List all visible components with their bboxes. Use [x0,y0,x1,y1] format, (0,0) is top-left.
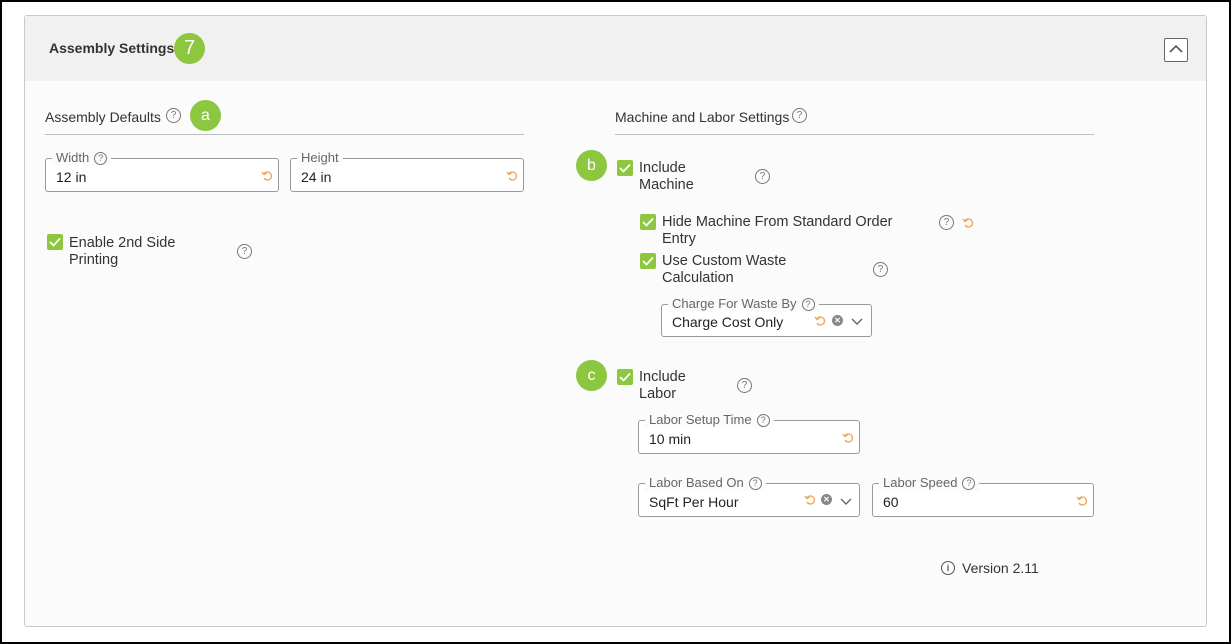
hide-machine-label: Hide Machine From Standard Order Entry [662,214,893,247]
help-icon[interactable]: ? [94,151,108,165]
divider [615,134,1094,135]
check-icon [619,163,631,173]
divider [45,134,524,135]
include-labor-label: Include Labor [639,369,686,402]
custom-waste-checkbox[interactable] [640,253,656,269]
info-icon: i [941,561,955,575]
width-label: Width [56,150,90,165]
help-icon[interactable]: ? [801,297,815,311]
hide-machine-checkbox[interactable] [640,214,656,230]
section-badge-b: b [576,150,607,181]
collapse-button[interactable] [1164,38,1188,62]
check-icon [619,372,631,382]
reset-icon[interactable] [1076,495,1088,507]
help-icon[interactable]: ? [873,262,888,277]
labor-speed-field[interactable]: Labor Speed ? 60 [872,475,1094,517]
labor-speed-label: Labor Speed [883,475,958,490]
version-info: i Version 2.11 [941,560,1039,576]
clear-icon[interactable]: ✕ [832,315,843,326]
check-icon [642,256,654,266]
reset-icon[interactable] [814,315,826,327]
height-value[interactable]: 24 in [301,169,331,185]
help-icon[interactable]: ? [962,476,976,490]
labor-setup-time-label: Labor Setup Time [649,412,752,427]
labor-based-on-label: Labor Based On [649,475,744,490]
height-label: Height [301,150,339,165]
include-machine-checkbox[interactable] [617,160,633,176]
chevron-down-icon[interactable] [851,318,863,326]
help-icon[interactable]: ? [755,169,770,184]
help-icon[interactable]: ? [237,244,252,259]
reset-icon[interactable] [842,432,854,444]
enable-2nd-side-label: Enable 2nd Side Printing [69,235,176,268]
labor-speed-value[interactable]: 60 [883,494,899,510]
help-icon[interactable]: ? [939,215,954,230]
custom-waste-label: Use Custom Waste Calculation [662,253,787,286]
chevron-up-icon [1169,44,1183,53]
reset-icon[interactable] [804,494,816,506]
reset-icon[interactable] [506,170,518,182]
help-icon[interactable]: ? [166,108,181,123]
help-icon[interactable]: ? [748,476,762,490]
panel-title: Assembly Settings [49,40,175,56]
include-labor-checkbox[interactable] [617,369,633,385]
chevron-down-icon[interactable] [840,498,852,506]
section-badge-c: c [576,360,607,391]
panel-header[interactable]: Assembly Settings 7 [25,16,1206,81]
charge-for-waste-value: Charge Cost Only [672,314,784,330]
reset-icon[interactable] [261,170,273,182]
labor-based-on-value: SqFt Per Hour [649,494,739,510]
version-label: Version 2.11 [962,560,1039,576]
charge-for-waste-select[interactable]: Charge For Waste By ? Charge Cost Only ✕ [661,296,872,337]
labor-setup-time-value[interactable]: 10 min [649,431,691,447]
assembly-defaults-title: Assembly Defaults [45,109,161,125]
clear-icon[interactable]: ✕ [821,494,832,505]
width-value[interactable]: 12 in [56,169,86,185]
labor-setup-time-field[interactable]: Labor Setup Time ? 10 min [638,412,860,454]
help-icon[interactable]: ? [756,413,770,427]
height-field[interactable]: Height 24 in [290,150,524,192]
include-machine-label: Include Machine [639,160,694,193]
width-field[interactable]: Width ? 12 in [45,150,279,192]
enable-2nd-side-checkbox[interactable] [47,234,63,250]
check-icon [49,237,61,247]
machine-labor-title: Machine and Labor Settings [615,109,790,125]
section-badge-a: a [190,100,221,131]
charge-for-waste-label: Charge For Waste By [672,296,797,311]
check-icon [642,217,654,227]
help-icon[interactable]: ? [792,108,807,123]
step-badge: 7 [174,33,205,64]
reset-icon[interactable] [962,217,974,229]
labor-based-on-select[interactable]: Labor Based On ? SqFt Per Hour ✕ [638,475,860,517]
help-icon[interactable]: ? [737,378,752,393]
